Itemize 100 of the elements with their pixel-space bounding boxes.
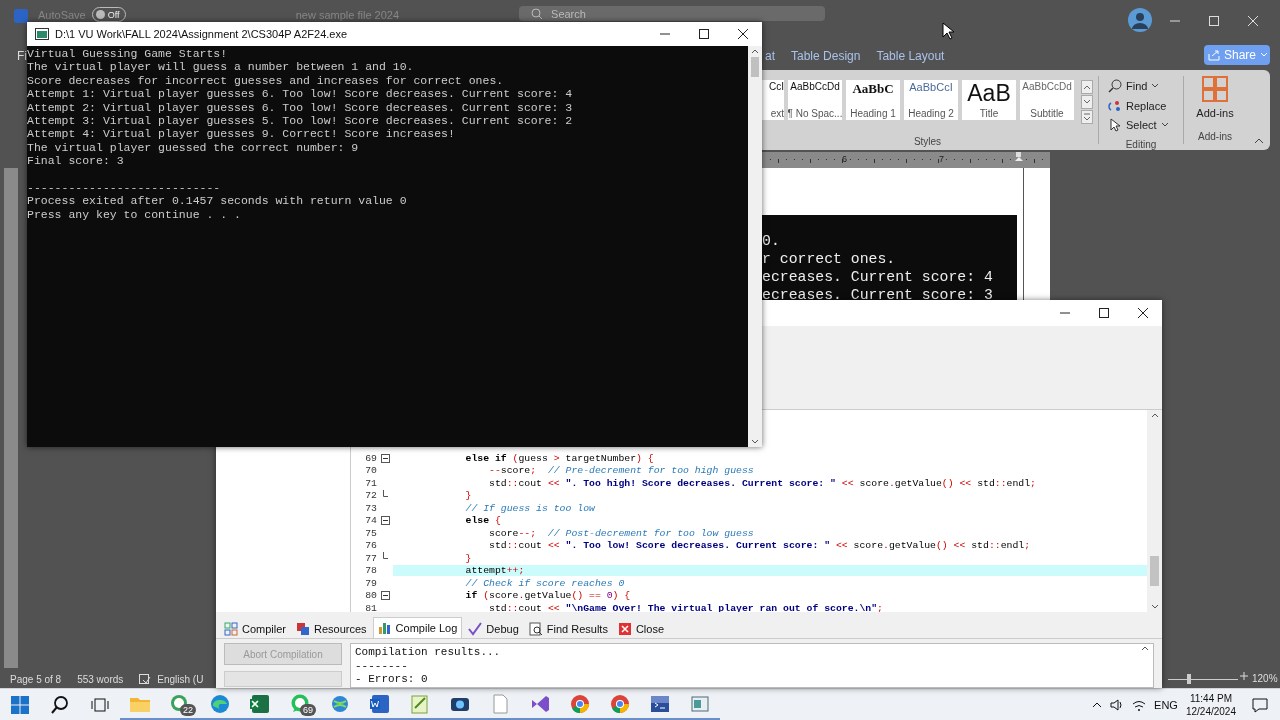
scroll-thumb[interactable] [751,57,759,77]
console-line: The virtual player guessed the correct number: 9 [27,140,360,155]
screenshot-text: ecreases. Current score: 3 [762,286,993,301]
notification-badge: 69 [300,704,316,716]
log-line: - Errors: 0 [355,673,429,687]
log-line: -------- [355,659,409,673]
grid-icon [224,622,238,636]
document-icon [369,692,391,715]
console-line: The virtual player will guess a number between 1 and 10. [27,60,415,74]
find-button[interactable]: Find [1108,76,1174,96]
code-line: score--; // Post-decrement for too low guess [488,527,755,539]
caret-icon [1260,52,1269,58]
style-tile[interactable]: AaBbCcDd Subtitle [1020,80,1074,120]
ruler-number: 6 [842,154,847,164]
ribbon-tab[interactable]: Table Layout [876,47,945,65]
replace-button[interactable]: Replace [1108,95,1174,116]
input-language[interactable]: ENG [1154,698,1178,711]
style-tile[interactable]: AaBbC Heading 1 [846,80,900,120]
caret-icon [1254,138,1264,144]
screenshot-text: 0. [762,232,780,250]
fold-icon [380,591,390,601]
ribbon-tab[interactable]: Table Design [791,47,861,65]
maximize-icon [698,29,709,39]
ribbon-tab[interactable]: Fi [17,49,27,63]
fold-icon [380,453,390,463]
scroll-down-button[interactable] [1081,95,1093,109]
close-icon [617,622,632,636]
more-icon [1083,113,1091,121]
scrollbar[interactable] [748,46,762,447]
more-button[interactable] [1081,110,1093,124]
code-line: // Check if score reaches 0 [464,577,626,589]
clock[interactable]: 11:44 PM 12/24/2024 [1185,691,1236,718]
group-label: Add-ins [1198,131,1232,142]
close-icon [1137,308,1148,318]
code-line: // If guess is too low [464,502,596,514]
show-hidden-icons-button[interactable] [1092,701,1103,708]
proofing-icon [139,674,152,684]
search-icon [1108,78,1122,93]
panel-tab[interactable]: Close [613,620,669,638]
caret-icon [1151,82,1160,89]
collapse-button[interactable] [1254,138,1264,144]
caret-up-icon [1141,646,1149,651]
style-tile[interactable]: CcI ext [762,80,784,120]
console-line: Attempt 2: Virtual player guesses 6. Too low! Score decreases. Current score: 3 [27,100,574,115]
code-line: std::cout << ". Too low! Score decreases. Current score: " << score.getValue() << std::endl; [488,540,1032,552]
addins-button[interactable]: Add-ins [1196,76,1234,119]
code-line: if (score.getValue() == 0) { [464,590,632,602]
zoom-level[interactable]: 120% [1252,673,1278,684]
cursor-icon [942,22,954,40]
window-title: D:\1 VU Work\FALL 2024\Assignment 2\CS304P A2F24.exe [55,28,349,40]
browser-icon [569,692,591,715]
code-line: std::cout << "\nGame Over! The virtual player ran out of score.\n"; [488,602,884,612]
pointer-icon [1108,118,1122,133]
plus-icon [1240,672,1248,680]
panel-tab[interactable]: Resources [292,620,371,638]
console-line: Final score: 3 [27,154,125,168]
scroll-thumb[interactable] [1150,556,1159,586]
caret-icon [1083,99,1091,105]
panel-tab[interactable]: Debug [464,620,523,638]
panel-tab[interactable]: Compile Log [372,617,463,638]
code-line: std::cout << ". Too high! Score decreases. Current score: " << score.getValue() << std::endl; [488,477,1037,489]
close-icon [737,29,748,39]
search-icon [531,7,544,20]
scroll-up-button[interactable] [1081,80,1093,94]
log-line: Compilation results... [355,646,502,660]
ruler-number: 7 [939,154,944,164]
grid-icon [1202,76,1228,102]
style-tile[interactable]: AaB Title [962,80,1016,120]
share-icon [1208,49,1220,61]
code-line: else if (guess > targetNumber) { [464,452,655,464]
caret-icon [1150,604,1159,609]
check-icon [468,622,483,636]
zoom-slider[interactable] [1168,674,1238,684]
console-line: Attempt 3: Virtual player guesses 5. Too low! Score decreases. Current score: 2 [27,114,574,128]
console-line: Virtual Guessing Game Starts! [27,47,229,61]
caret-up-icon [751,49,759,54]
caret-icon [751,439,759,444]
fold-icon [380,516,390,526]
caret-icon [1160,122,1169,129]
maximize-icon [1098,308,1109,318]
notification-icon [1252,696,1268,713]
console-line: Score decreases for incorrect guesses and increases for correct ones. [27,73,505,88]
ribbon-tab[interactable]: at [765,47,775,65]
style-tile[interactable]: AaBbCcI Heading 2 [904,80,958,120]
replace-icon [1108,98,1122,113]
code-line: --score; // Pre-decrement for too high guess [488,465,755,477]
console-line: ---------------------------- [27,181,222,195]
screenshot-text: ecreases. Current score: 4 [762,268,993,286]
panel-tab[interactable]: Compiler [220,620,290,638]
scrollbar[interactable] [1147,410,1162,612]
style-tile[interactable]: AaBbCcDd ¶ No Spac... [788,80,842,120]
notifications-button[interactable] [1252,696,1268,713]
taskbar-app[interactable]: 22 [160,689,200,720]
panel-tab[interactable]: Find Results [524,620,612,638]
find-icon [528,622,543,636]
speaker-icon [1110,697,1125,712]
language-status[interactable]: English (U [157,673,204,685]
group-label: Editing [1124,139,1158,150]
notepad-icon [409,692,431,715]
select-button[interactable]: Select [1108,115,1174,135]
